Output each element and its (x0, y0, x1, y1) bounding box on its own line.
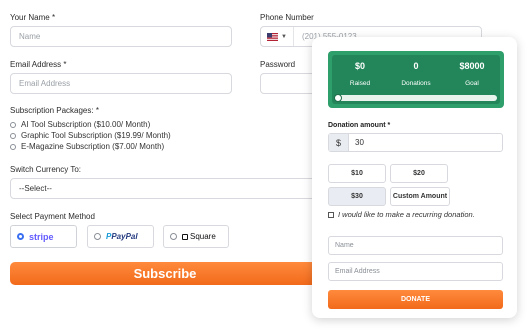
donor-email-placeholder: Email Address (335, 268, 380, 275)
email-input[interactable]: Email Address (10, 73, 232, 94)
stat-goal-label: Goal (465, 80, 479, 87)
radio-icon[interactable] (10, 121, 16, 128)
donation-stats: $0 Raised 0 Donations $8000 Goal (328, 51, 504, 108)
donation-stats-panel: $0 Raised 0 Donations $8000 Goal (332, 55, 500, 104)
stat-raised-value: $0 (354, 61, 365, 71)
recurring-checkbox[interactable] (328, 211, 334, 218)
paypal-label: PayPal (111, 232, 138, 241)
progress-handle (334, 94, 342, 102)
paypal-logo: PPayPal (106, 232, 138, 241)
custom-amount-button[interactable]: Custom Amount (390, 187, 450, 206)
square-icon (182, 233, 188, 240)
recurring-label: I would like to make a recurring donatio… (338, 210, 475, 219)
password-label: Password (260, 60, 296, 69)
chevron-down-icon: ▼ (281, 33, 287, 40)
donation-progress-bar (334, 94, 497, 102)
payment-stripe[interactable]: stripe (10, 225, 77, 248)
packages-label: Subscription Packages: * (10, 106, 99, 115)
preset-20-button[interactable]: $20 (390, 164, 448, 183)
us-flag-icon (267, 32, 278, 41)
donor-name-placeholder: Name (335, 242, 354, 249)
country-selector[interactable]: ▼ (261, 27, 294, 46)
payment-square[interactable]: Square (163, 225, 229, 248)
radio-icon[interactable] (10, 143, 16, 150)
donation-card: $0 Raised 0 Donations $8000 Goal Donatio… (312, 37, 517, 318)
stat-goal-value: $8000 (459, 61, 485, 71)
donation-amount-value: 30 (355, 138, 364, 147)
currency-label: Switch Currency To: (10, 165, 81, 174)
currency-symbol: $ (329, 134, 349, 151)
radio-icon[interactable] (94, 233, 101, 240)
stat-goal: $8000 Goal (444, 61, 500, 87)
currency-selected: --Select-- (19, 184, 52, 193)
stat-donations-label: Donations (401, 80, 431, 87)
name-label: Your Name * (10, 13, 56, 22)
packages-options: AI Tool Subscription ($10.00/ Month) Gra… (10, 119, 171, 152)
package-option-label: Graphic Tool Subscription ($19.99/ Month… (21, 131, 171, 140)
preset-10-button[interactable]: $10 (328, 164, 386, 183)
email-placeholder: Email Address (19, 79, 71, 88)
stat-raised: $0 Raised (332, 61, 388, 87)
package-option-label: AI Tool Subscription ($10.00/ Month) (21, 120, 151, 129)
package-option-ai[interactable]: AI Tool Subscription ($10.00/ Month) (10, 119, 171, 130)
phone-label: Phone Number (260, 13, 314, 22)
stat-donations-value: 0 (413, 61, 419, 71)
subscribe-button[interactable]: Subscribe (10, 262, 320, 285)
package-option-emagazine[interactable]: E-Magazine Subscription ($7.00/ Month) (10, 141, 171, 152)
payment-paypal[interactable]: PPayPal (87, 225, 154, 248)
donation-amount-input[interactable]: $ 30 (328, 133, 503, 152)
email-label: Email Address * (10, 60, 67, 69)
square-label: Square (190, 232, 216, 241)
donor-name-input[interactable]: Name (328, 236, 503, 255)
recurring-checkbox-row[interactable]: I would like to make a recurring donatio… (328, 210, 475, 219)
name-input[interactable]: Name (10, 26, 232, 47)
radio-icon[interactable] (10, 132, 16, 139)
stripe-logo: stripe (29, 231, 54, 242)
stat-donations: 0 Donations (388, 61, 444, 87)
stat-raised-label: Raised (349, 80, 371, 87)
name-placeholder: Name (19, 32, 41, 41)
package-option-label: E-Magazine Subscription ($7.00/ Month) (21, 142, 165, 151)
preset-30-button[interactable]: $30 (328, 187, 386, 206)
radio-icon[interactable] (170, 233, 177, 240)
donate-button[interactable]: DONATE (328, 290, 503, 309)
payment-label: Select Payment Method (10, 212, 95, 221)
donor-email-input[interactable]: Email Address (328, 262, 503, 281)
package-option-graphic[interactable]: Graphic Tool Subscription ($19.99/ Month… (10, 130, 171, 141)
square-logo: Square (182, 232, 216, 241)
radio-selected-icon[interactable] (17, 233, 24, 240)
donation-amount-label: Donation amount * (328, 122, 391, 129)
